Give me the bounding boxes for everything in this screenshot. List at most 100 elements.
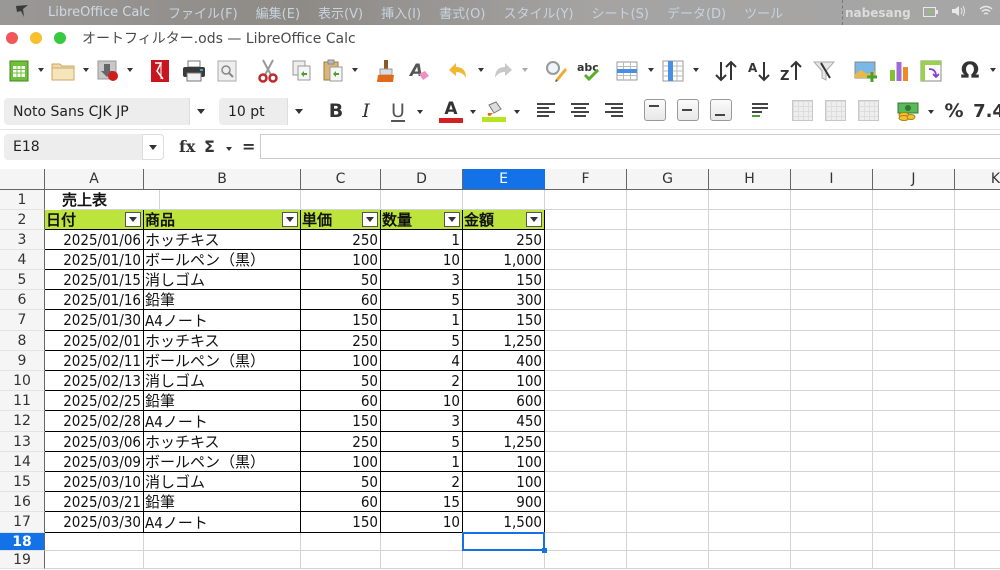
cell-C7[interactable]: 150 xyxy=(301,310,381,331)
cell-D12[interactable]: 3 xyxy=(381,411,463,432)
cell-D10[interactable]: 2 xyxy=(381,371,463,391)
cell-H14[interactable] xyxy=(709,452,791,472)
cell-G16[interactable] xyxy=(627,492,709,512)
cell-K9[interactable] xyxy=(955,351,1000,371)
cell-J9[interactable] xyxy=(873,351,955,371)
row-header-19[interactable]: 19 xyxy=(0,551,45,569)
cell-H19[interactable] xyxy=(709,551,791,569)
cell-D17[interactable]: 10 xyxy=(381,512,463,533)
cell-D9[interactable]: 4 xyxy=(381,351,463,371)
cell-B18[interactable] xyxy=(144,533,301,551)
row-header-13[interactable]: 13 xyxy=(0,432,45,452)
menu-file[interactable]: ファイル(F) xyxy=(168,3,238,22)
cell-E11[interactable]: 600 xyxy=(463,391,545,411)
align-left-button[interactable] xyxy=(537,103,555,119)
menu-format[interactable]: 書式(O) xyxy=(439,3,485,22)
row-header-1[interactable]: 1 xyxy=(0,190,45,210)
sort-button[interactable] xyxy=(713,58,739,84)
row-header-16[interactable]: 16 xyxy=(0,492,45,512)
font-size-combo[interactable]: 10 pt xyxy=(219,98,309,125)
cell-F13[interactable] xyxy=(545,432,627,452)
cell-A10[interactable]: 2025/02/13 xyxy=(45,371,144,391)
cell-B5[interactable]: 消しゴム xyxy=(144,270,301,290)
cell-I9[interactable] xyxy=(791,351,873,371)
paste-button[interactable] xyxy=(321,58,347,84)
select-all-corner[interactable] xyxy=(0,169,45,190)
autofilter-button[interactable] xyxy=(811,58,837,84)
cell-D11[interactable]: 10 xyxy=(381,391,463,411)
cell-D4[interactable]: 10 xyxy=(381,250,463,270)
menu-styles[interactable]: スタイル(Y) xyxy=(503,3,573,22)
cell-H7[interactable] xyxy=(709,310,791,331)
cell-F2[interactable] xyxy=(545,210,627,230)
cell-A9[interactable]: 2025/02/11 xyxy=(45,351,144,371)
wrap-text-button[interactable] xyxy=(752,103,770,119)
highlight-color-button[interactable] xyxy=(481,99,507,123)
special-character-button[interactable]: Ω xyxy=(957,58,983,84)
cell-G2[interactable] xyxy=(627,210,709,230)
row-header-17[interactable]: 17 xyxy=(0,512,45,533)
font-size-dropdown-button[interactable] xyxy=(287,98,309,125)
row-dropdown-arrow[interactable] xyxy=(648,68,654,72)
menu-edit[interactable]: 編集(E) xyxy=(256,3,300,22)
menu-data[interactable]: データ(D) xyxy=(667,3,726,22)
new-spreadsheet-button[interactable] xyxy=(6,58,32,84)
cell-G14[interactable] xyxy=(627,452,709,472)
cell-K18[interactable] xyxy=(955,533,1000,551)
cell-H2[interactable] xyxy=(709,210,791,230)
cell-F18[interactable] xyxy=(545,533,627,551)
open-button[interactable] xyxy=(50,58,76,84)
cell-G5[interactable] xyxy=(627,270,709,290)
print-button[interactable] xyxy=(181,58,207,84)
special-character-dropdown-arrow[interactable] xyxy=(990,68,996,72)
cell-J1[interactable] xyxy=(873,190,955,210)
cell-K19[interactable] xyxy=(955,551,1000,569)
libreoffice-menu-icon[interactable] xyxy=(14,4,36,22)
cell-J3[interactable] xyxy=(873,230,955,250)
cell-I2[interactable] xyxy=(791,210,873,230)
undo-button[interactable] xyxy=(445,58,471,84)
cell-I17[interactable] xyxy=(791,512,873,533)
cell-C16[interactable]: 60 xyxy=(301,492,381,512)
cell-H15[interactable] xyxy=(709,472,791,492)
insert-chart-button[interactable] xyxy=(886,58,912,84)
cell-H3[interactable] xyxy=(709,230,791,250)
cell-H17[interactable] xyxy=(709,512,791,533)
cell-C13[interactable]: 250 xyxy=(301,432,381,452)
cell-D13[interactable]: 5 xyxy=(381,432,463,452)
align-right-button[interactable] xyxy=(605,103,623,119)
unmerge-cells-button[interactable] xyxy=(858,100,879,121)
battery-charging-icon[interactable] xyxy=(922,6,939,20)
cell-C17[interactable]: 150 xyxy=(301,512,381,533)
cell-D15[interactable]: 2 xyxy=(381,472,463,492)
cell-A19[interactable] xyxy=(45,551,144,569)
cell-F7[interactable] xyxy=(545,310,627,331)
sum-dropdown-arrow[interactable] xyxy=(226,147,232,151)
cell-A6[interactable]: 2025/01/16 xyxy=(45,290,144,310)
cell-F14[interactable] xyxy=(545,452,627,472)
cell-J4[interactable] xyxy=(873,250,955,270)
cell-H6[interactable] xyxy=(709,290,791,310)
cell-G11[interactable] xyxy=(627,391,709,411)
cell-D14[interactable]: 1 xyxy=(381,452,463,472)
cell-K12[interactable] xyxy=(955,411,1000,432)
cell-J17[interactable] xyxy=(873,512,955,533)
autofilter-dropdown-button[interactable] xyxy=(444,212,460,227)
cell-K3[interactable] xyxy=(955,230,1000,250)
font-color-button[interactable]: A xyxy=(438,99,464,123)
cell-H8[interactable] xyxy=(709,331,791,351)
cell-E15[interactable]: 100 xyxy=(463,472,545,492)
cell-C1[interactable] xyxy=(301,190,381,210)
cell-G15[interactable] xyxy=(627,472,709,492)
open-dropdown-arrow[interactable] xyxy=(83,68,89,72)
cell-C18[interactable] xyxy=(301,533,381,551)
cell-F17[interactable] xyxy=(545,512,627,533)
name-box-dropdown-button[interactable] xyxy=(142,134,164,160)
cell-A15[interactable]: 2025/03/10 xyxy=(45,472,144,492)
align-top-button[interactable] xyxy=(644,99,666,121)
column-header-f[interactable]: F xyxy=(545,169,627,190)
new-dropdown-arrow[interactable] xyxy=(38,68,44,72)
column-header-b[interactable]: B xyxy=(144,169,301,190)
cell-E8[interactable]: 1,250 xyxy=(463,331,545,351)
cell-K17[interactable] xyxy=(955,512,1000,533)
